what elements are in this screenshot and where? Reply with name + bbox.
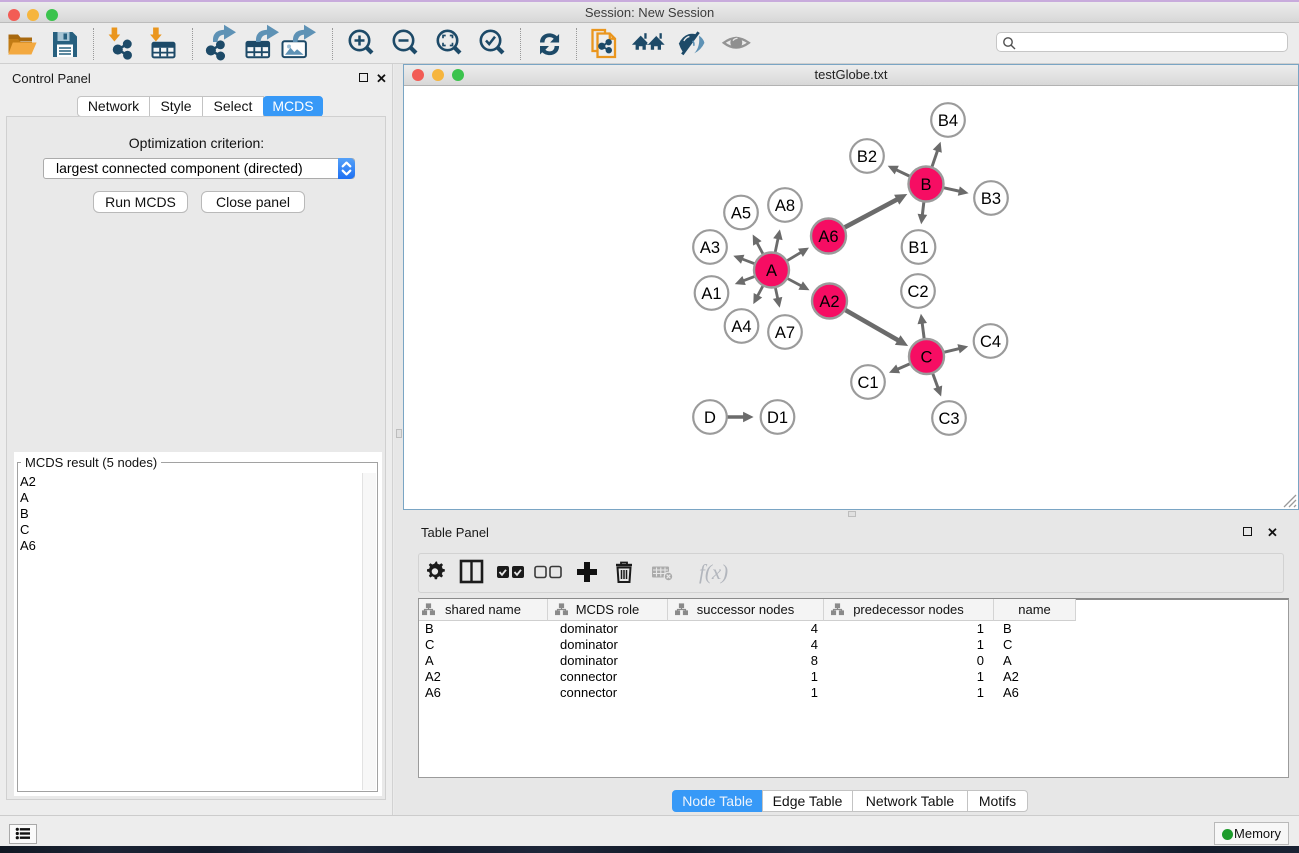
svg-text:A4: A4 [731, 318, 751, 336]
svg-text:A: A [766, 262, 777, 280]
svg-text:A3: A3 [700, 239, 720, 257]
svg-text:B1: B1 [908, 239, 928, 257]
svg-text:B: B [920, 176, 931, 194]
svg-text:C2: C2 [907, 283, 928, 301]
svg-text:A8: A8 [775, 197, 795, 215]
svg-text:A6: A6 [818, 228, 838, 246]
svg-text:B4: B4 [938, 112, 958, 130]
svg-text:f(x): f(x) [699, 560, 728, 584]
svg-text:A1: A1 [701, 285, 721, 303]
svg-text:C3: C3 [938, 410, 959, 428]
svg-text:A2: A2 [819, 293, 839, 311]
svg-text:D1: D1 [767, 409, 788, 427]
svg-text:C1: C1 [857, 374, 878, 392]
svg-text:A7: A7 [775, 324, 795, 342]
svg-text:C: C [921, 349, 933, 367]
svg-text:B3: B3 [981, 190, 1001, 208]
svg-text:B2: B2 [857, 148, 877, 166]
svg-text:A5: A5 [731, 205, 751, 223]
svg-text:C4: C4 [980, 333, 1001, 351]
svg-text:D: D [704, 409, 716, 427]
